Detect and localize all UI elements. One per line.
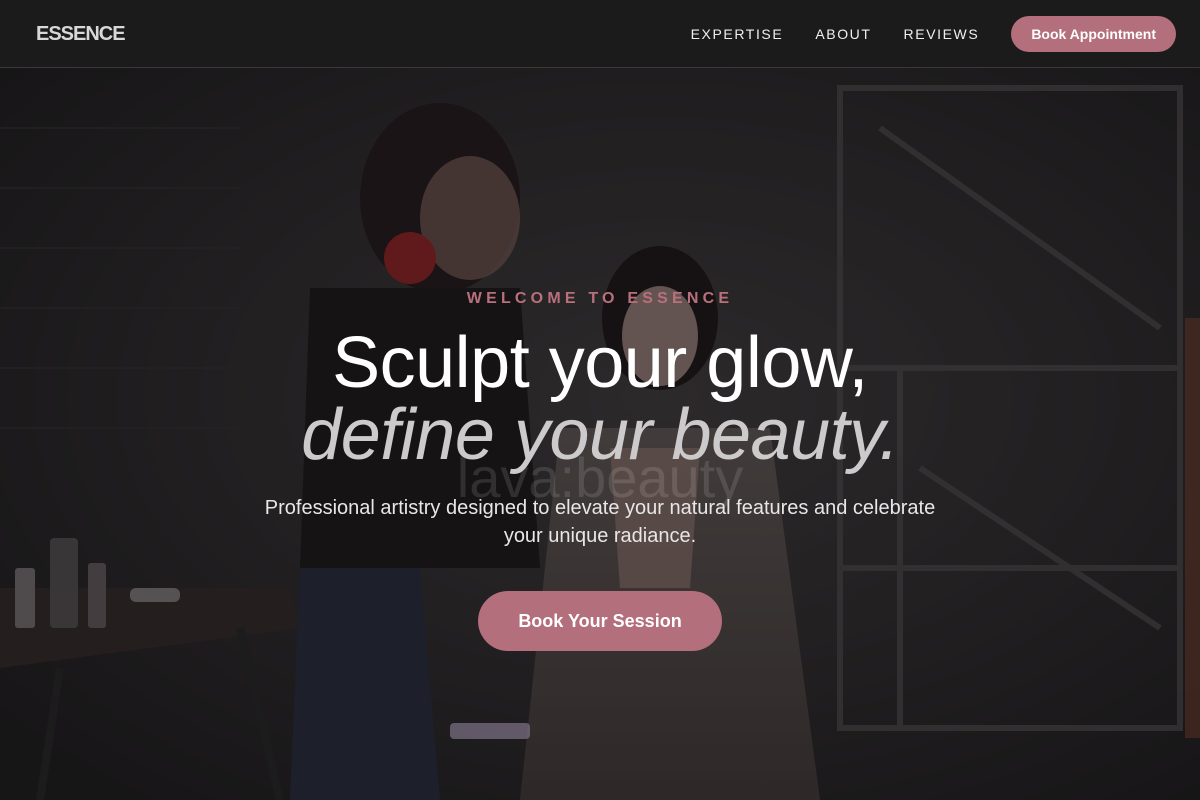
hero-headline-line2: define your beauty. — [301, 395, 899, 475]
hero-headline-line1: Sculpt your glow, — [332, 323, 868, 403]
nav-link-expertise[interactable]: EXPERTISE — [691, 16, 784, 52]
brand-logo[interactable]: ESSENCE — [36, 22, 126, 46]
book-session-button[interactable]: Book Your Session — [478, 591, 722, 651]
nav-link-reviews[interactable]: REVIEWS — [904, 16, 980, 52]
book-appointment-button[interactable]: Book Appointment — [1011, 16, 1176, 52]
nav-link-about[interactable]: ABOUT — [815, 16, 871, 52]
site-header: ESSENCE EXPERTISE ABOUT REVIEWS Book App… — [0, 0, 1200, 68]
hero-content: WELCOME TO ESSENCE lava:beauty Sculpt yo… — [0, 68, 1200, 800]
hero-eyebrow: WELCOME TO ESSENCE — [466, 290, 734, 307]
main-nav: EXPERTISE ABOUT REVIEWS Book Appointment — [691, 16, 1176, 52]
page: ESSENCE EXPERTISE ABOUT REVIEWS Book App… — [0, 0, 1200, 800]
hero-subtext: Professional artistry designed to elevat… — [264, 497, 936, 547]
